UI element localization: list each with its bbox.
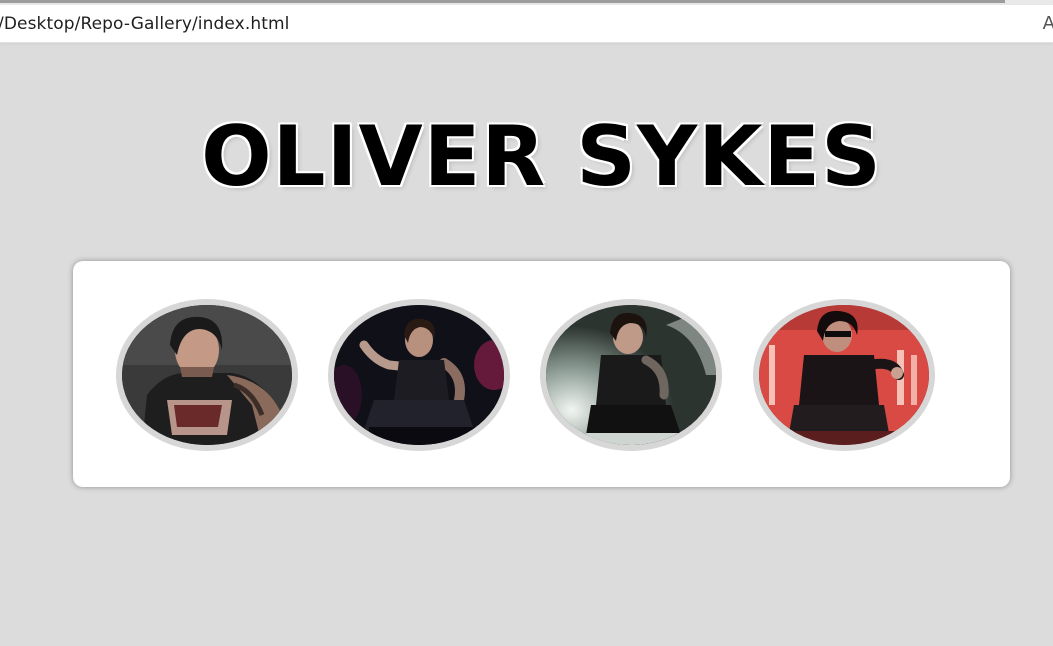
photo-4-image: [759, 305, 929, 445]
page-title: OLIVER SYKES: [201, 108, 882, 205]
photo-1-image: [122, 305, 292, 445]
gallery-card: [73, 261, 1010, 487]
gallery-photo-1[interactable]: [116, 299, 298, 451]
address-bar[interactable]: /Desktop/Repo-Gallery/index.html A: [0, 5, 1053, 43]
browser-accent-line: [0, 0, 1005, 3]
url-text[interactable]: /Desktop/Repo-Gallery/index.html: [0, 14, 289, 34]
gallery-photo-3[interactable]: [540, 299, 722, 451]
photo-2-image: [334, 305, 504, 445]
reader-view-icon[interactable]: A: [1043, 13, 1053, 34]
gallery-photo-2[interactable]: [328, 299, 510, 451]
photo-3-image: [546, 305, 716, 445]
gallery-photo-4[interactable]: [753, 299, 935, 451]
